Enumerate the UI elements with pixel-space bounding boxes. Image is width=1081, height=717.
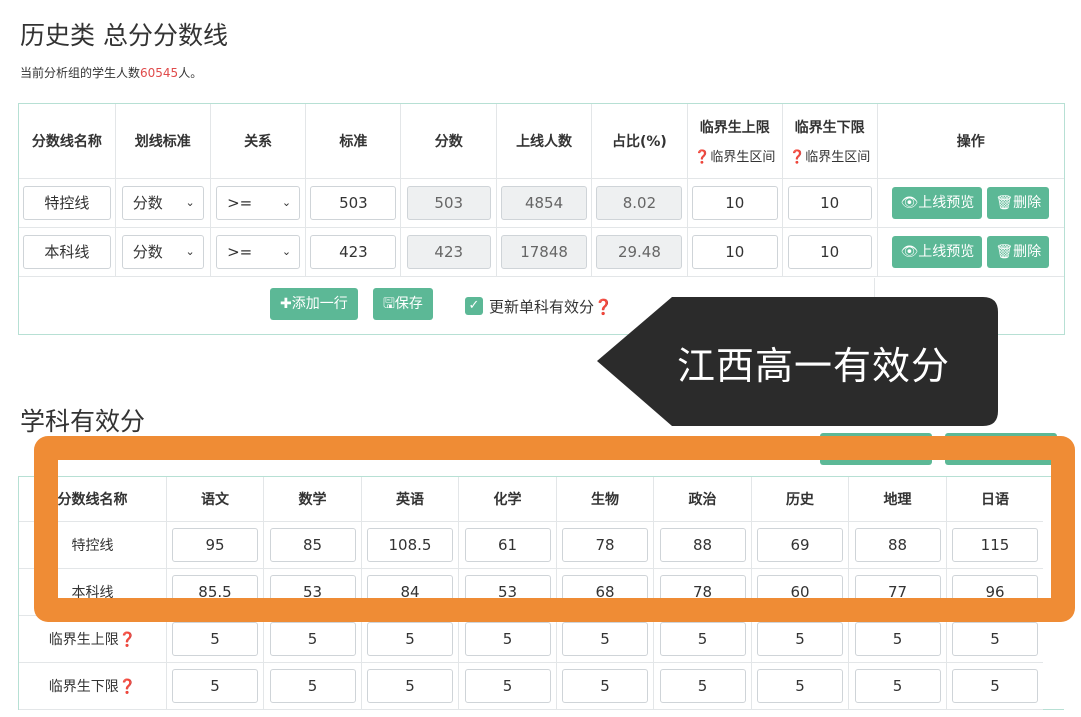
name-input[interactable]: 本科线 [22, 235, 111, 269]
col-standard: 标准 [305, 104, 402, 179]
col-score: 分数 [400, 104, 498, 179]
standard-type-select[interactable]: 分数 ⌄ [121, 235, 204, 269]
score-input[interactable]: 5 [269, 669, 356, 703]
score-input[interactable]: 5 [952, 622, 1038, 656]
table-row: 本科线 分数 ⌄ >= ⌄ 423 423 17848 29.48 10 10 👁上… [19, 227, 1064, 277]
chevron-down-icon: ⌄ [185, 245, 195, 258]
col-action: 操作 [877, 104, 1064, 179]
score-input[interactable]: 5 [854, 669, 941, 703]
callout-text: 江西高一有效分 [677, 344, 951, 388]
score-input[interactable]: 5 [757, 669, 843, 703]
preview-button[interactable]: 👁上线预览 [892, 187, 983, 219]
add-row-button[interactable]: ✚添加一行 [270, 288, 358, 320]
subject-section-title: 学科有效分 [20, 407, 146, 436]
score-field: 423 [406, 235, 491, 269]
highlight-frame [34, 436, 1075, 622]
score-input[interactable]: 5 [464, 669, 551, 703]
ratio-field: 29.48 [596, 235, 683, 269]
name-input[interactable]: 特控线 [22, 186, 111, 220]
col-ratio: 占比(%) [591, 104, 688, 179]
score-input[interactable]: 5 [659, 669, 746, 703]
score-input[interactable]: 5 [367, 622, 453, 656]
table-row: 临界生下限❓ 5 5 5 5 5 5 5 5 5 [19, 662, 1043, 710]
page-title: 历史类 总分分数线 [20, 21, 228, 50]
delete-button[interactable]: 🗑删除 [987, 236, 1050, 268]
row-label: 临界生下限❓ [19, 662, 167, 710]
score-input[interactable]: 5 [854, 622, 941, 656]
lower-help[interactable]: ❓临界生区间 [783, 146, 877, 165]
score-input[interactable]: 5 [367, 669, 453, 703]
score-input[interactable]: 5 [464, 622, 551, 656]
score-field: 503 [406, 186, 491, 220]
lower-input[interactable]: 10 [787, 235, 872, 269]
score-input[interactable]: 5 [172, 622, 258, 656]
score-input[interactable]: 5 [659, 622, 746, 656]
relation-select[interactable]: >= ⌄ [216, 186, 301, 220]
delete-button[interactable]: 🗑删除 [987, 187, 1050, 219]
col-name: 分数线名称 [19, 104, 116, 179]
count-field: 17848 [501, 235, 588, 269]
score-input[interactable]: 5 [562, 622, 648, 656]
callout-banner: 江西高一有效分 [597, 297, 999, 426]
score-input[interactable]: 5 [952, 669, 1038, 703]
lower-input[interactable]: 10 [787, 186, 872, 220]
student-count-text: 当前分析组的学生人数60545人。 [20, 64, 202, 81]
lower-label: 临界生下限 [794, 120, 865, 136]
update-checkbox[interactable]: ✓ [465, 297, 483, 315]
row-label: 临界生上限❓ [19, 615, 167, 663]
subtitle-prefix: 当前分析组的学生人数 [20, 66, 141, 80]
standard-type-select[interactable]: 分数 ⌄ [121, 186, 204, 220]
table-row: 特控线 分数 ⌄ >= ⌄ 503 503 4854 8.02 10 10 👁上线预… [19, 178, 1064, 228]
relation-select[interactable]: >= ⌄ [216, 235, 301, 269]
preview-button[interactable]: 👁上线预览 [892, 236, 983, 268]
relation-value: >= [227, 194, 253, 212]
score-input[interactable]: 5 [757, 622, 843, 656]
chevron-down-icon: ⌄ [281, 196, 292, 209]
col-upper: 临界生上限 ❓临界生区间 [687, 104, 783, 179]
chevron-down-icon: ⌄ [281, 245, 292, 258]
subtitle-suffix: 人。 [178, 66, 203, 80]
score-input[interactable]: 5 [562, 669, 648, 703]
ratio-field: 8.02 [596, 186, 683, 220]
standard-input[interactable]: 503 [310, 186, 397, 220]
upper-input[interactable]: 10 [691, 235, 778, 269]
col-relation: 关系 [210, 104, 307, 179]
col-lower: 临界生下限 ❓临界生区间 [782, 104, 878, 179]
col-count: 上线人数 [496, 104, 592, 179]
relation-value: >= [227, 243, 253, 261]
count-field: 4854 [501, 186, 588, 220]
student-count: 60545 [140, 66, 179, 80]
col-standard-type: 划线标准 [115, 104, 211, 179]
upper-label: 临界生上限 [699, 120, 770, 136]
save-button[interactable]: 🖫保存 [373, 288, 433, 320]
standard-type-value: 分数 [132, 194, 163, 212]
score-line-table: 分数线名称 划线标准 关系 标准 分数 上线人数 占比(%) 临界生上限 ❓临界生… [19, 104, 1064, 277]
update-label: 更新单科有效分❓ [489, 298, 613, 316]
standard-type-value: 分数 [132, 243, 163, 261]
upper-input[interactable]: 10 [691, 186, 778, 220]
score-input[interactable]: 5 [172, 669, 258, 703]
table-header-row: 分数线名称 划线标准 关系 标准 分数 上线人数 占比(%) 临界生上限 ❓临界生… [19, 104, 1064, 179]
upper-help[interactable]: ❓临界生区间 [688, 146, 782, 165]
standard-input[interactable]: 423 [310, 235, 397, 269]
chevron-down-icon: ⌄ [185, 196, 195, 209]
table-row: 临界生上限❓ 5 5 5 5 5 5 5 5 5 [19, 615, 1043, 663]
score-input[interactable]: 5 [269, 622, 356, 656]
